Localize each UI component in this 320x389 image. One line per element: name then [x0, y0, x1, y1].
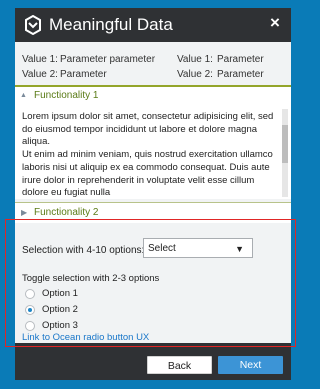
radio-label: Option 1: [42, 288, 78, 299]
parameter-label: Value 2:: [22, 69, 58, 80]
accordion-body-text: Lorem ipsum dolor sit amet, consectetur …: [22, 111, 277, 197]
body-paragraph: Ut enim ad minim veniam, quis nostrud ex…: [22, 149, 273, 197]
chevron-down-icon: ▼: [235, 244, 244, 254]
scrollbar[interactable]: [282, 109, 288, 197]
scrollbar-thumb[interactable]: [282, 125, 288, 163]
parameter-row: Value 2: Parameter Value 2: Parameter: [22, 67, 284, 82]
next-button[interactable]: Next: [218, 356, 283, 374]
accordion-functionality-1: ▲ Functionality 1 Lorem ipsum dolor sit …: [15, 85, 291, 199]
expand-arrow-icon: ▶: [21, 208, 28, 217]
brand-logo-icon: [25, 15, 41, 35]
dialog-content: Value 1: Parameter parameter Value 1: Pa…: [15, 42, 291, 343]
dialog-header: Meaningful Data ×: [15, 8, 291, 42]
accordion-functionality-2[interactable]: ▶ Functionality 2: [15, 202, 291, 223]
selection-label: Selection with 4-10 options:: [22, 245, 145, 256]
radio-button[interactable]: [25, 321, 35, 331]
radio-label: Option 2: [42, 304, 78, 315]
parameter-value: Parameter: [217, 54, 264, 65]
options-section: Selection with 4-10 options: Select ▼ To…: [15, 225, 291, 343]
accordion-title: Functionality 2: [34, 207, 99, 218]
collapse-arrow-icon: ▲: [20, 92, 27, 99]
parameter-label: Value 1:: [177, 54, 213, 65]
dialog: Meaningful Data × Value 1: Parameter par…: [15, 8, 291, 380]
accordion-title: Functionality 1: [34, 90, 99, 101]
parameter-value: Parameter: [60, 69, 107, 80]
radio-label: Option 3: [42, 320, 78, 331]
ocean-radio-link[interactable]: Link to Ocean radio button UX: [22, 332, 149, 343]
parameter-list: Value 1: Parameter parameter Value 1: Pa…: [22, 52, 284, 82]
dialog-title: Meaningful Data: [49, 15, 173, 34]
select-dropdown[interactable]: Select ▼: [143, 238, 253, 258]
parameter-row: Value 1: Parameter parameter Value 1: Pa…: [22, 52, 284, 67]
dialog-footer: Back Next: [15, 343, 291, 380]
accordion-header-functionality-1[interactable]: ▲ Functionality 1: [15, 87, 291, 105]
body-paragraph: Lorem ipsum dolor sit amet, consectetur …: [22, 111, 277, 197]
close-icon[interactable]: ×: [267, 14, 283, 32]
parameter-label: Value 2:: [177, 69, 213, 80]
parameter-value: Parameter: [217, 69, 264, 80]
radio-button[interactable]: [25, 289, 35, 299]
parameter-value: Parameter parameter: [60, 54, 156, 65]
select-value: Select: [148, 243, 176, 254]
radio-button[interactable]: [25, 305, 35, 315]
body-paragraph: Lorem ipsum dolor sit amet, consectetur …: [22, 111, 274, 148]
toggle-label: Toggle selection with 2-3 options: [22, 273, 160, 284]
parameter-label: Value 1:: [22, 54, 58, 65]
back-button[interactable]: Back: [147, 356, 212, 374]
